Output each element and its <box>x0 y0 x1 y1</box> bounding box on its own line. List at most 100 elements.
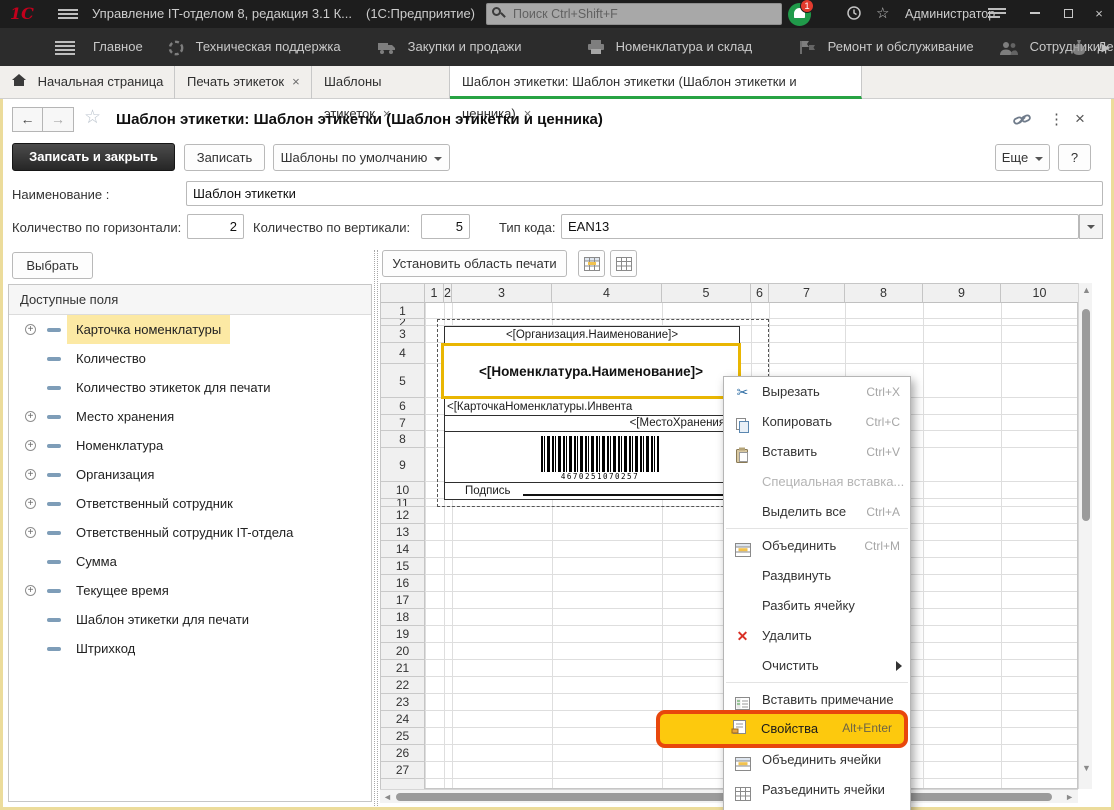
current-user[interactable]: Администратор <box>905 7 995 21</box>
column-header[interactable]: 7 <box>769 284 845 303</box>
row-header[interactable]: 27 <box>381 762 425 779</box>
default-templates-button[interactable]: Шаблоны по умолчанию <box>273 144 450 171</box>
select-field-button[interactable]: Выбрать <box>12 252 93 279</box>
ctx-expand[interactable]: Раздвинуть <box>724 561 910 591</box>
close-tab-icon[interactable]: × <box>292 74 300 89</box>
row-header[interactable]: 26 <box>381 745 425 762</box>
template-cell-inventory[interactable]: <[КарточкаНоменклатуры.Инвента <box>444 398 740 416</box>
tab-home[interactable]: Начальная страница <box>0 66 175 99</box>
help-button[interactable]: ? <box>1058 144 1091 171</box>
merge-area-button[interactable] <box>578 250 605 277</box>
nav-forward-button[interactable]: → <box>43 107 74 132</box>
expand-icon[interactable] <box>25 440 36 451</box>
code-type-input[interactable]: EAN13 <box>561 214 1079 239</box>
panel-splitter[interactable] <box>374 250 378 806</box>
save-button[interactable]: Записать <box>184 144 265 171</box>
row-header[interactable]: 15 <box>381 558 425 575</box>
row-header[interactable]: 1 <box>381 303 425 319</box>
row-header[interactable]: 14 <box>381 541 425 558</box>
code-type-dropdown-button[interactable] <box>1079 214 1103 239</box>
history-icon[interactable] <box>846 5 862 25</box>
menu-support[interactable]: Техническая поддержка <box>168 28 341 66</box>
tab-label-template-active[interactable]: Шаблон этикетки: Шаблон этикетки (Шаблон… <box>450 66 862 99</box>
close-form-icon[interactable]: × <box>1075 109 1085 129</box>
set-print-area-button[interactable]: Установить область печати <box>382 250 567 277</box>
tab-print-labels[interactable]: Печать этикеток× <box>175 66 312 99</box>
field-item-qty-labels[interactable]: Количество этикеток для печати <box>9 373 371 402</box>
scroll-left-icon[interactable]: ◄ <box>383 792 392 802</box>
maximize-button[interactable] <box>1053 0 1083 28</box>
row-header[interactable]: 13 <box>381 524 425 541</box>
selected-cell-nomenclature[interactable]: <[Номенклатура.Наименование]> <box>441 343 741 399</box>
vertical-scroll-thumb[interactable] <box>1082 309 1090 521</box>
ctx-cut[interactable]: ✂ ВырезатьCtrl+X <box>724 377 910 407</box>
template-cell-barcode[interactable]: 4670251070257 <box>444 431 740 483</box>
more-actions-kebab-icon[interactable]: ⋮ <box>1049 110 1064 128</box>
row-header[interactable]: 2 <box>381 319 425 326</box>
field-item-responsible-it[interactable]: Ответственный сотрудник IT-отдела <box>9 518 371 547</box>
favorites-star-icon[interactable]: ☆ <box>876 4 889 22</box>
column-header[interactable]: 6 <box>751 284 769 303</box>
qty-vertical-input[interactable]: 5 <box>421 214 470 239</box>
row-header[interactable]: 12 <box>381 507 425 524</box>
template-cell-location[interactable]: <[МестоХранения]> <box>444 415 740 432</box>
column-header[interactable]: 3 <box>452 284 552 303</box>
scroll-down-icon[interactable]: ▼ <box>1082 763 1091 773</box>
field-item-card[interactable]: Карточка номенклатуры <box>9 315 371 344</box>
ctx-delete[interactable]: ✕ Удалить <box>724 621 910 651</box>
column-header[interactable]: 9 <box>923 284 1001 303</box>
menu-purchases[interactable]: Закупки и продажи <box>378 28 522 66</box>
row-header[interactable]: 20 <box>381 643 425 660</box>
field-item-responsible[interactable]: Ответственный сотрудник <box>9 489 371 518</box>
row-header[interactable]: 4 <box>381 343 425 364</box>
row-header[interactable]: 10 <box>381 482 425 499</box>
menu-nomenclature[interactable]: Номенклатура и склад <box>588 28 752 66</box>
column-header[interactable]: 10 <box>1001 284 1079 303</box>
template-cell-organization[interactable]: <[Организация.Наименование]> <box>444 326 740 344</box>
field-item-storage[interactable]: Место хранения <box>9 402 371 431</box>
menu-main[interactable]: Главное <box>93 28 143 66</box>
expand-icon[interactable] <box>25 324 36 335</box>
row-header[interactable]: 25 <box>381 728 425 745</box>
add-favorite-star-icon[interactable]: ☆ <box>84 106 101 129</box>
ctx-split-cell[interactable]: Разбить ячейку <box>724 591 910 621</box>
row-header[interactable]: 16 <box>381 575 425 592</box>
row-header[interactable]: 3 <box>381 326 425 343</box>
get-link-icon[interactable] <box>1013 113 1031 132</box>
vertical-scrollbar[interactable]: ▲ ▼ <box>1078 283 1092 789</box>
field-item-template-print[interactable]: Шаблон этикетки для печати <box>9 605 371 634</box>
main-menu-icon[interactable] <box>58 7 78 21</box>
column-header[interactable]: 2 <box>444 284 452 303</box>
field-item-qty[interactable]: Количество <box>9 344 371 373</box>
menu-repair[interactable]: Ремонт и обслуживание <box>800 28 974 66</box>
more-button[interactable]: Еще <box>995 144 1050 171</box>
expand-icon[interactable] <box>25 498 36 509</box>
field-item-sum[interactable]: Сумма <box>9 547 371 576</box>
ctx-select-all[interactable]: Выделить всеCtrl+A <box>724 497 910 527</box>
close-window-button[interactable]: × <box>1084 0 1114 28</box>
row-header[interactable]: 6 <box>381 398 425 415</box>
tab-label-templates[interactable]: Шаблоны этикеток× <box>312 66 450 99</box>
row-header[interactable]: 23 <box>381 694 425 711</box>
row-header[interactable]: 24 <box>381 711 425 728</box>
row-header[interactable]: 11 <box>381 499 425 507</box>
field-item-nomenclature[interactable]: Номенклатура <box>9 431 371 460</box>
expand-icon[interactable] <box>25 585 36 596</box>
ctx-clear[interactable]: Очистить <box>724 651 910 681</box>
row-header[interactable]: 19 <box>381 626 425 643</box>
nav-back-button[interactable]: ← <box>12 107 43 132</box>
field-item-barcode[interactable]: Штрихкод <box>9 634 371 663</box>
row-header[interactable]: 17 <box>381 592 425 609</box>
ctx-properties-highlighted[interactable]: Свойства Alt+Enter <box>656 710 908 748</box>
name-input[interactable]: Шаблон этикетки <box>186 181 1103 206</box>
ctx-copy[interactable]: КопироватьCtrl+C <box>724 407 910 437</box>
ctx-merge-cells[interactable]: Объединить ячейки <box>724 745 910 775</box>
qty-horizontal-input[interactable]: 2 <box>187 214 244 239</box>
subsystems-icon[interactable] <box>55 28 75 66</box>
template-cell-signature[interactable]: Подпись <box>444 482 740 500</box>
scroll-up-icon[interactable]: ▲ <box>1082 285 1091 295</box>
ctx-merge[interactable]: ОбъединитьCtrl+M <box>724 531 910 561</box>
expand-icon[interactable] <box>25 469 36 480</box>
ctx-paste[interactable]: ВставитьCtrl+V <box>724 437 910 467</box>
menu-overflow-icon[interactable]: ▶ <box>1102 41 1110 54</box>
